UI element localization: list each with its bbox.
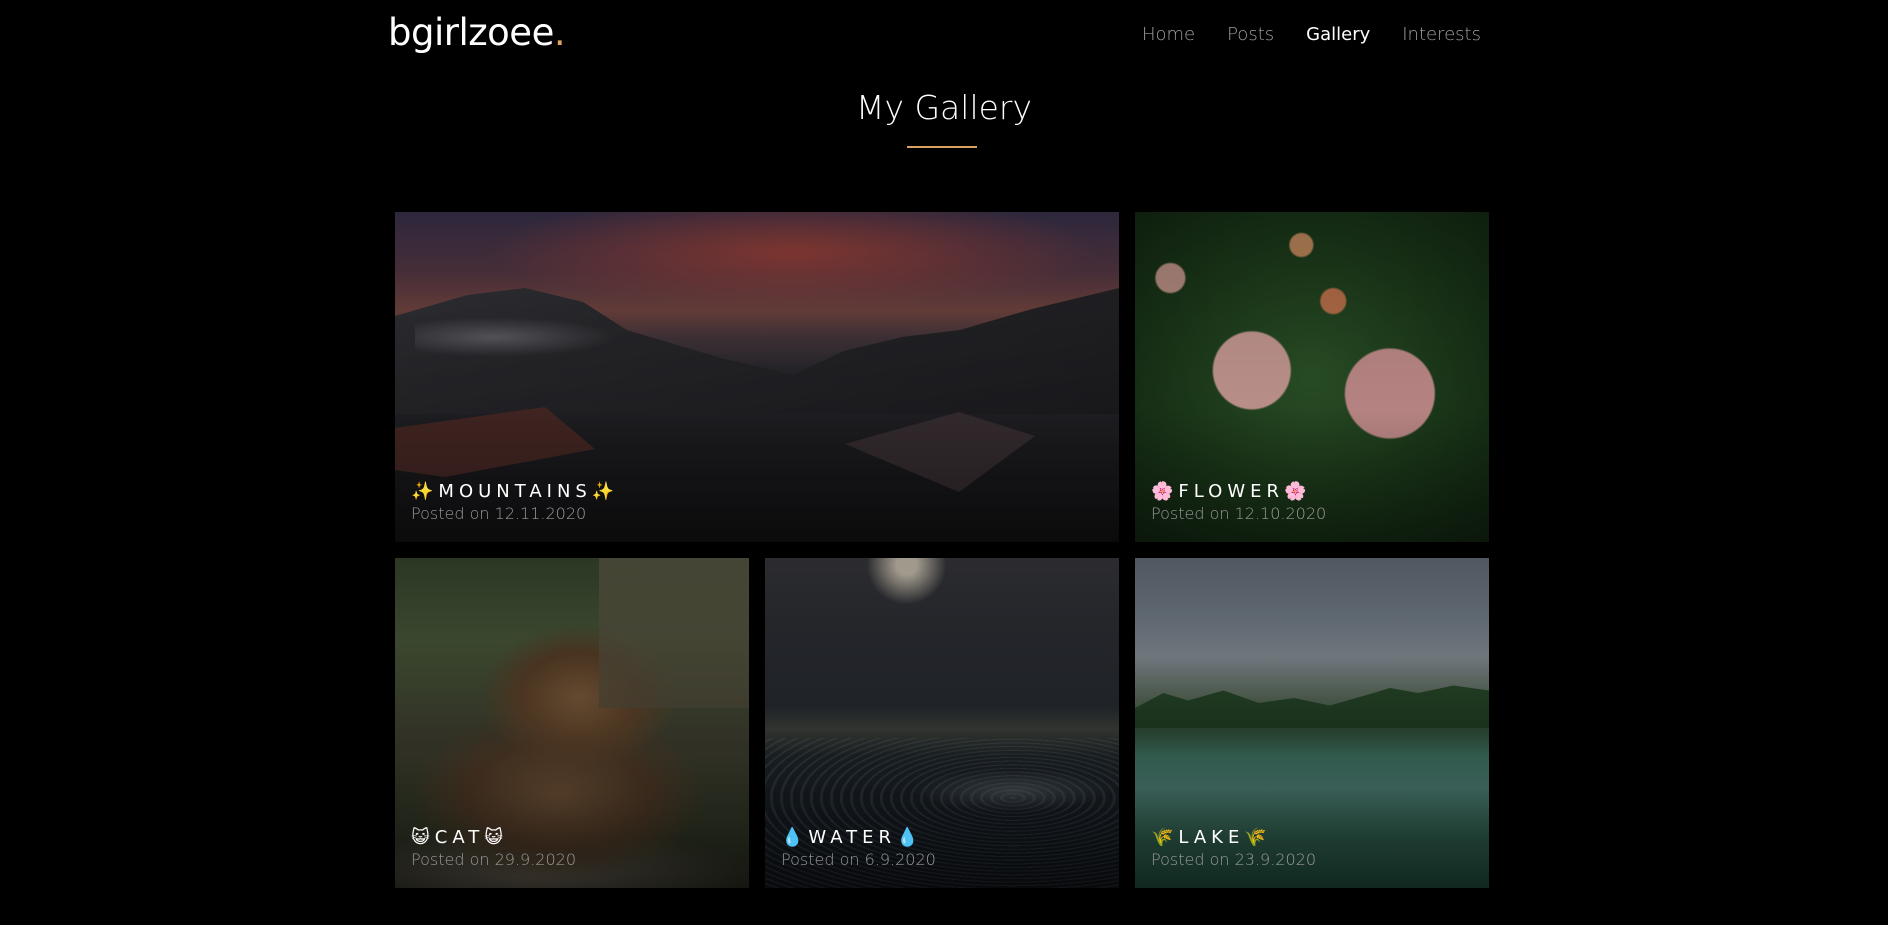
tile-caption: 🌾LAKE🌾 Posted on 23.9.2020 (1151, 827, 1316, 871)
tile-title: 🌾LAKE🌾 (1151, 827, 1272, 848)
site-header: bgirlzoee. Home Posts Gallery Interests (0, 0, 1888, 70)
tile-date: Posted on 29.9.2020 (411, 850, 577, 869)
tile-title: 🌸FLOWER🌸 (1151, 481, 1312, 502)
main-nav: Home Posts Gallery Interests (1142, 24, 1481, 45)
gallery-tile-lake[interactable]: 🌾LAKE🌾 Posted on 23.9.2020 (1135, 558, 1489, 888)
tile-date: Posted on 6.9.2020 (781, 850, 936, 869)
logo-dot: . (553, 11, 566, 54)
tile-date: Posted on 12.10.2020 (1151, 504, 1327, 523)
gallery-tile-flower[interactable]: 🌸FLOWER🌸 Posted on 12.10.2020 (1135, 212, 1489, 542)
nav-item-posts[interactable]: Posts (1227, 24, 1274, 45)
tile-title: 💧WATER💧 (781, 827, 924, 848)
tile-date: Posted on 23.9.2020 (1151, 850, 1317, 869)
nav-item-gallery[interactable]: Gallery (1306, 24, 1370, 45)
gallery-tile-water[interactable]: 💧WATER💧 Posted on 6.9.2020 (765, 558, 1119, 888)
gallery-tile-cat[interactable]: 😺CAT😺 Posted on 29.9.2020 (395, 558, 749, 888)
gallery-tile-mountains[interactable]: ✨MOUNTAINS✨ Posted on 12.11.2020 (395, 212, 1119, 542)
site-logo[interactable]: bgirlzoee. (388, 11, 566, 54)
tile-caption: 🌸FLOWER🌸 Posted on 12.10.2020 (1151, 481, 1326, 525)
tile-title: 😺CAT😺 (411, 827, 509, 848)
tile-caption: ✨MOUNTAINS✨ Posted on 12.11.2020 (411, 481, 619, 525)
tile-date: Posted on 12.11.2020 (411, 504, 587, 523)
tile-title: ✨MOUNTAINS✨ (411, 481, 620, 502)
nav-item-home[interactable]: Home (1142, 24, 1195, 45)
nav-item-interests[interactable]: Interests (1402, 24, 1481, 45)
page-title: My Gallery (855, 88, 1033, 127)
logo-text: bgirlzoee (388, 11, 554, 54)
tile-caption: 😺CAT😺 Posted on 29.9.2020 (411, 827, 576, 871)
title-underline (907, 146, 977, 148)
tile-caption: 💧WATER💧 Posted on 6.9.2020 (781, 827, 936, 871)
